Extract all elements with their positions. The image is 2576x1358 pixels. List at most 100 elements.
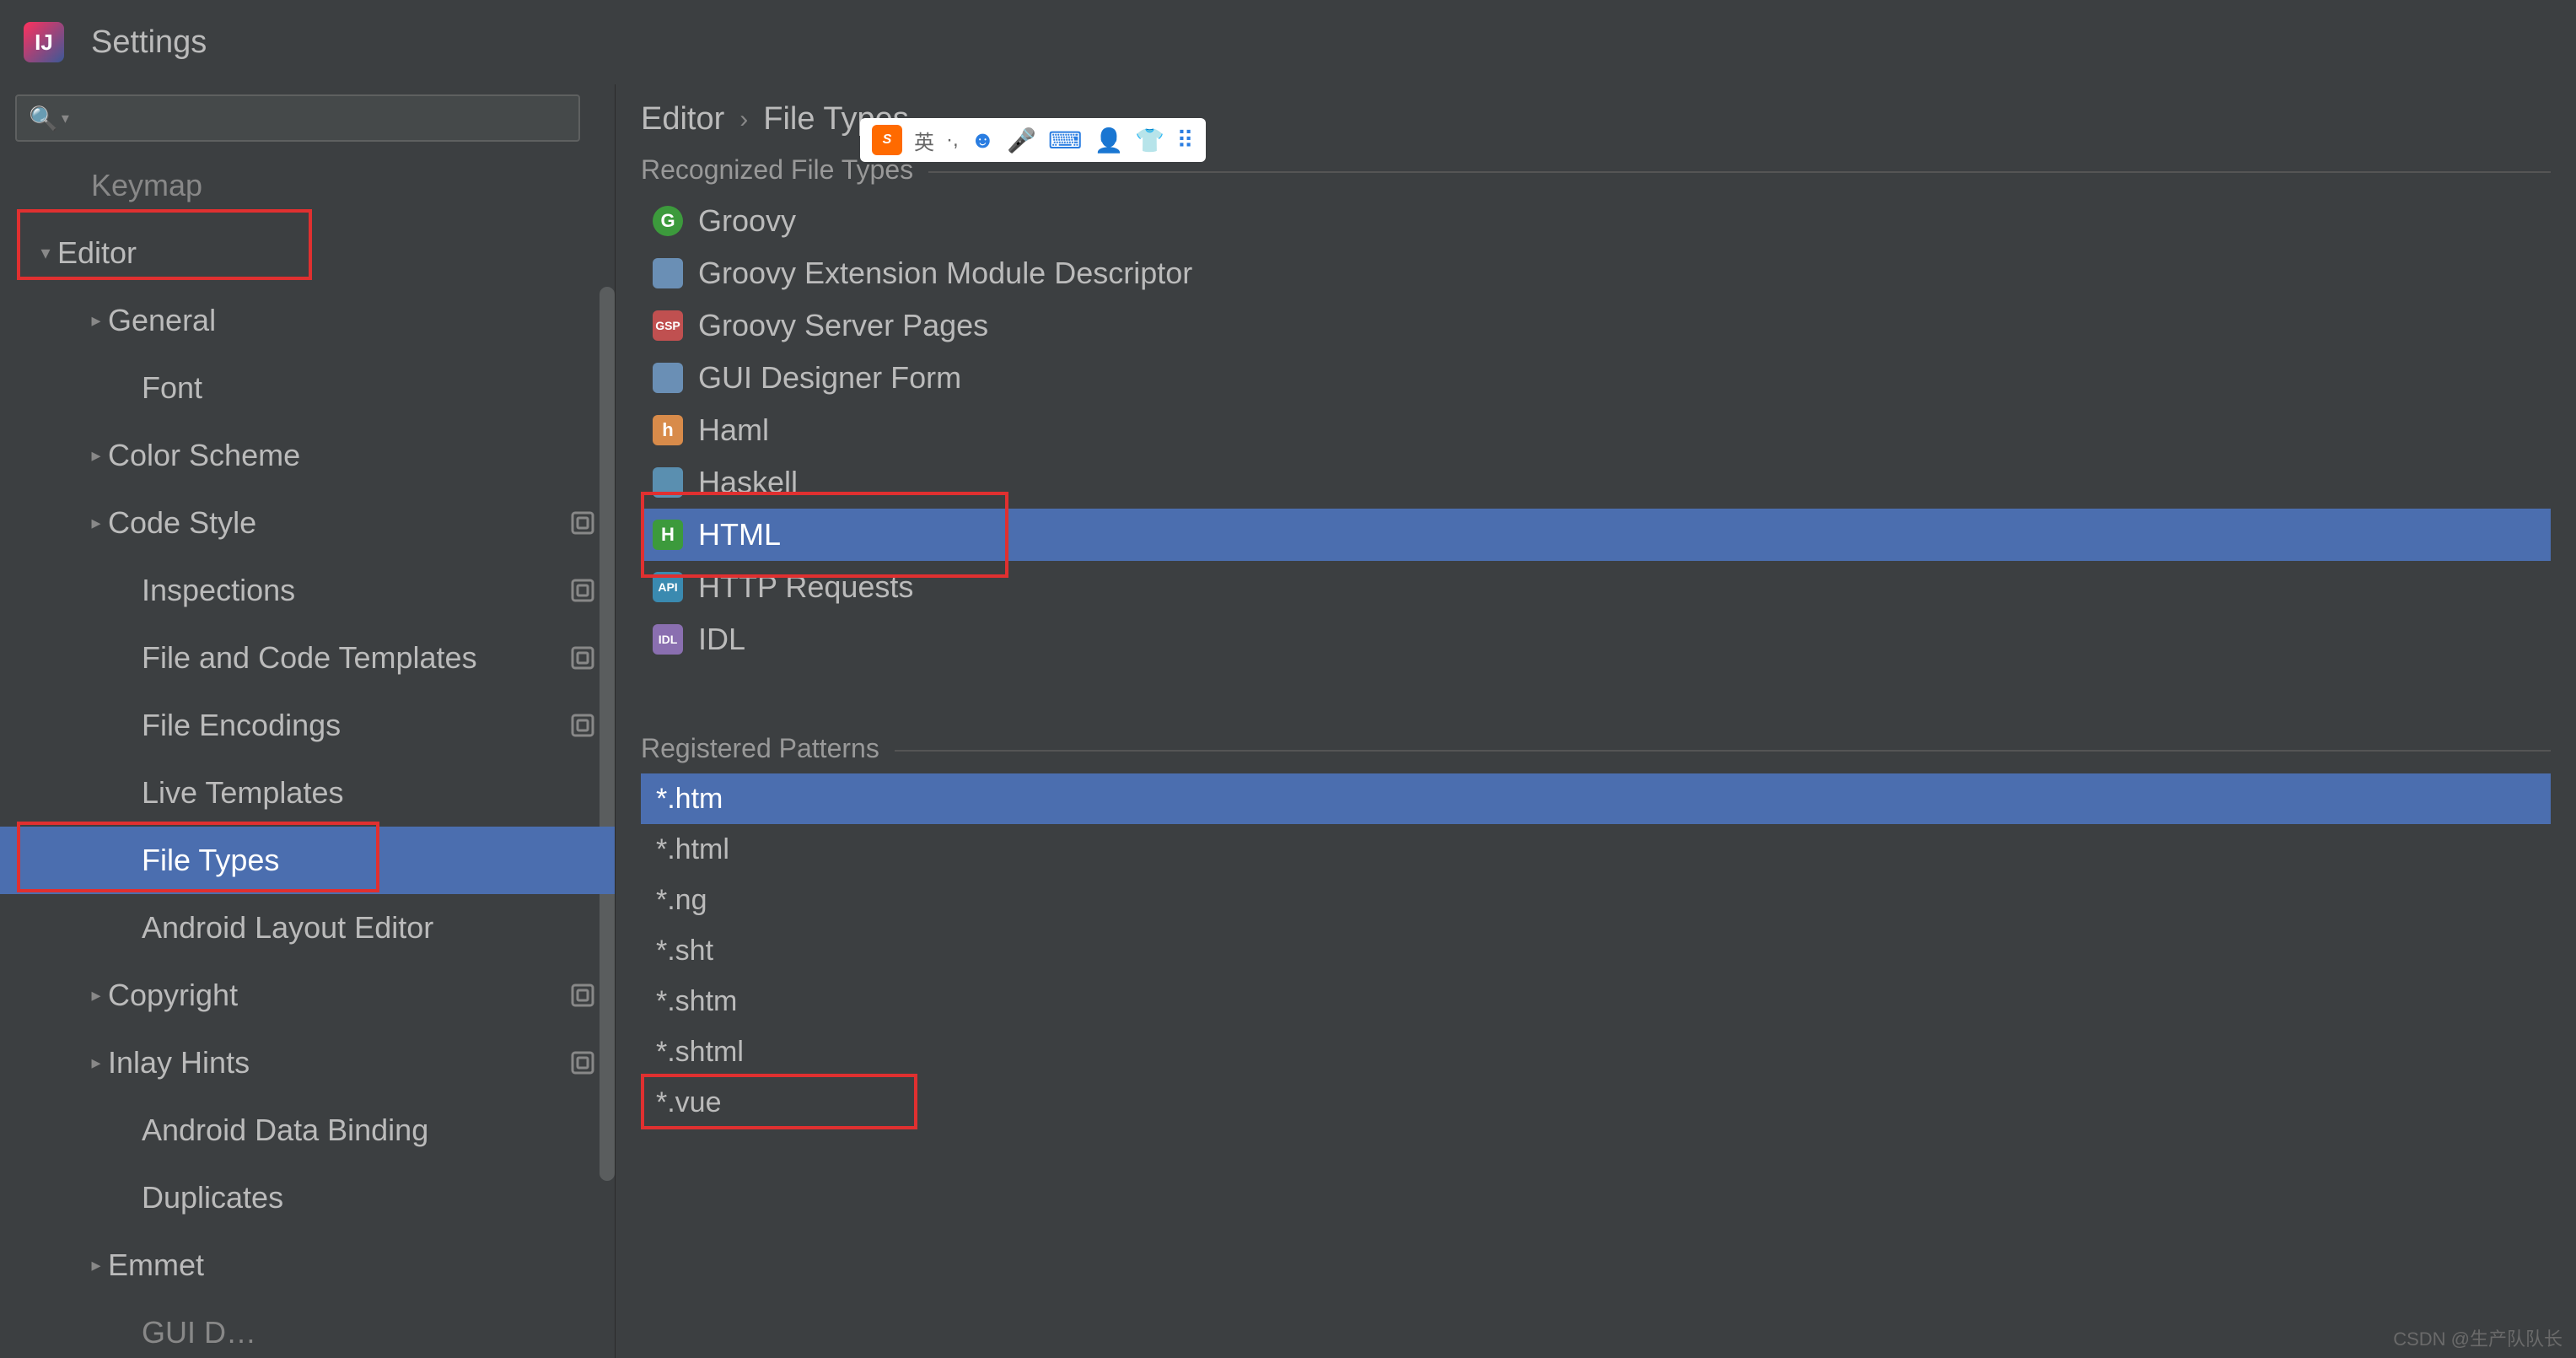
sidebar-item[interactable]: ▸Copyright xyxy=(0,962,615,1029)
search-icon: 🔍 xyxy=(29,105,58,132)
filetype-item[interactable]: Groovy Extension Module Descriptor xyxy=(641,247,2551,299)
project-scope-icon xyxy=(567,1048,598,1078)
sidebar-item-label: Android Data Binding xyxy=(142,1113,428,1148)
sidebar-item[interactable]: Android Data Binding xyxy=(0,1097,615,1164)
pattern-item[interactable]: *.shtml xyxy=(641,1027,2551,1077)
window-title: Settings xyxy=(91,24,207,61)
sidebar-item-label: File and Code Templates xyxy=(142,640,477,676)
settings-tree[interactable]: Keymap▾Editor▸GeneralFont▸Color Scheme▸C… xyxy=(0,152,615,1358)
tree-arrow-icon xyxy=(118,781,142,805)
filetype-item[interactable]: IDLIDL xyxy=(641,613,2551,666)
sidebar-item-label: Editor xyxy=(57,235,137,271)
sidebar-item[interactable]: Font xyxy=(0,354,615,422)
sidebar-item[interactable]: Android Layout Editor xyxy=(0,894,615,962)
pattern-item[interactable]: *.htm xyxy=(641,773,2551,824)
pattern-label: *.vue xyxy=(656,1086,722,1119)
tree-arrow-icon xyxy=(118,646,142,670)
sidebar-item[interactable]: ▸General xyxy=(0,287,615,354)
sidebar-item-label: Copyright xyxy=(108,978,238,1013)
sidebar-item[interactable]: ▾Editor xyxy=(0,219,615,287)
tree-arrow-icon xyxy=(118,579,142,602)
mic-icon[interactable]: 🎤 xyxy=(1007,127,1036,154)
search-dropdown-icon[interactable]: ▾ xyxy=(62,110,69,127)
filetype-icon: API xyxy=(653,572,683,602)
ime-lang[interactable]: 英 xyxy=(914,126,934,155)
tree-arrow-icon xyxy=(118,376,142,400)
sidebar-item[interactable]: Inspections xyxy=(0,557,615,624)
sidebar-item[interactable]: File Encodings xyxy=(0,692,615,759)
filetype-label: Groovy Extension Module Descriptor xyxy=(698,256,1192,291)
tree-arrow-icon xyxy=(67,174,91,197)
pattern-label: *.ng xyxy=(656,884,707,917)
pattern-item[interactable]: *.vue xyxy=(641,1077,2551,1128)
app-icon: IJ xyxy=(24,22,64,62)
filetype-label: Haskell xyxy=(698,465,798,500)
sidebar-item[interactable]: Keymap xyxy=(0,152,615,219)
sidebar-item[interactable]: ▸Color Scheme xyxy=(0,422,615,489)
watermark: CSDN @生产队队长 xyxy=(2393,1324,2563,1351)
sidebar-item-label: File Types xyxy=(142,843,279,878)
filetype-item[interactable]: Haskell xyxy=(641,456,2551,509)
sidebar-item[interactable]: GUI D… xyxy=(0,1299,615,1358)
filetype-list[interactable]: GGroovy Groovy Extension Module Descripto… xyxy=(641,195,2551,666)
tree-arrow-icon: ▸ xyxy=(84,309,108,332)
search-wrap: 🔍 ▾ xyxy=(0,84,615,152)
sidebar-item-label: Live Templates xyxy=(142,775,343,811)
filetype-item[interactable]: APIHTTP Requests xyxy=(641,561,2551,613)
filetype-item[interactable]: GSPGroovy Server Pages xyxy=(641,299,2551,352)
person-icon[interactable]: 👤 xyxy=(1094,127,1123,154)
filetype-item[interactable]: H HTML xyxy=(641,509,2551,561)
filetype-icon: G xyxy=(653,206,683,236)
pattern-item[interactable]: *.shtm xyxy=(641,976,2551,1027)
shirt-icon[interactable]: 👕 xyxy=(1135,127,1164,154)
tree-arrow-icon xyxy=(118,1321,142,1345)
sidebar-item[interactable]: ▸Emmet xyxy=(0,1231,615,1299)
keyboard-icon[interactable]: ⌨ xyxy=(1048,127,1082,154)
breadcrumb-root[interactable]: Editor xyxy=(641,101,724,137)
filetype-label: HTML xyxy=(698,517,781,552)
grid-icon[interactable]: ⠿ xyxy=(1176,127,1194,154)
pattern-item[interactable]: *.sht xyxy=(641,925,2551,976)
main-layout: 🔍 ▾ Keymap▾Editor▸GeneralFont▸Color Sche… xyxy=(0,84,2576,1358)
project-scope-icon xyxy=(567,508,598,538)
filetype-item[interactable]: h Haml xyxy=(641,404,2551,456)
tree-arrow-icon: ▸ xyxy=(84,511,108,535)
pattern-label: *.htm xyxy=(656,783,723,816)
tree-arrow-icon: ▸ xyxy=(84,444,108,467)
tree-arrow-icon: ▸ xyxy=(84,1051,108,1075)
filetype-item[interactable]: GGroovy xyxy=(641,195,2551,247)
ime-toolbar[interactable]: S 英 ·, ☻ 🎤 ⌨ 👤 👕 ⠿ xyxy=(860,118,1206,162)
tree-arrow-icon xyxy=(118,1186,142,1210)
pattern-item[interactable]: *.html xyxy=(641,824,2551,875)
pattern-item[interactable]: *.ng xyxy=(641,875,2551,925)
filetype-icon: IDL xyxy=(653,624,683,655)
titlebar: IJ Settings xyxy=(0,0,2576,84)
pattern-label: *.shtml xyxy=(656,1036,744,1069)
tree-arrow-icon: ▸ xyxy=(84,983,108,1007)
pattern-list[interactable]: *.htm *.html *.ng *.sht *.shtm *.shtml *.vue xyxy=(641,773,2551,1128)
sidebar-item-label: Color Scheme xyxy=(108,438,300,473)
sidebar-item[interactable]: ▸Inlay Hints xyxy=(0,1029,615,1097)
sidebar-item[interactable]: Duplicates xyxy=(0,1164,615,1231)
pattern-label: *.shtm xyxy=(656,985,737,1018)
sidebar-item[interactable]: Live Templates xyxy=(0,759,615,827)
sidebar-item[interactable]: ▸Code Style xyxy=(0,489,615,557)
filetype-icon: h xyxy=(653,415,683,445)
filetype-icon xyxy=(653,363,683,393)
patterns-label: Registered Patterns xyxy=(641,733,895,764)
filetype-item[interactable]: GUI Designer Form xyxy=(641,352,2551,404)
sidebar-item-label: Inspections xyxy=(142,573,295,608)
pattern-label: *.html xyxy=(656,833,729,866)
sidebar-item[interactable]: File and Code Templates xyxy=(0,624,615,692)
sidebar-item-label: File Encodings xyxy=(142,708,341,743)
search-input[interactable]: 🔍 ▾ xyxy=(15,94,580,142)
emoji-icon[interactable]: ☻ xyxy=(971,127,995,154)
content-pane: Editor › File Types Recognized File Type… xyxy=(616,84,2576,1358)
sidebar-item[interactable]: File Types xyxy=(0,827,615,894)
filetype-label: Groovy Server Pages xyxy=(698,308,988,343)
tree-arrow-icon xyxy=(118,1118,142,1142)
sidebar: 🔍 ▾ Keymap▾Editor▸GeneralFont▸Color Sche… xyxy=(0,84,616,1358)
tree-arrow-icon xyxy=(118,916,142,940)
filetype-icon: H xyxy=(653,520,683,550)
filetype-label: Haml xyxy=(698,412,769,448)
